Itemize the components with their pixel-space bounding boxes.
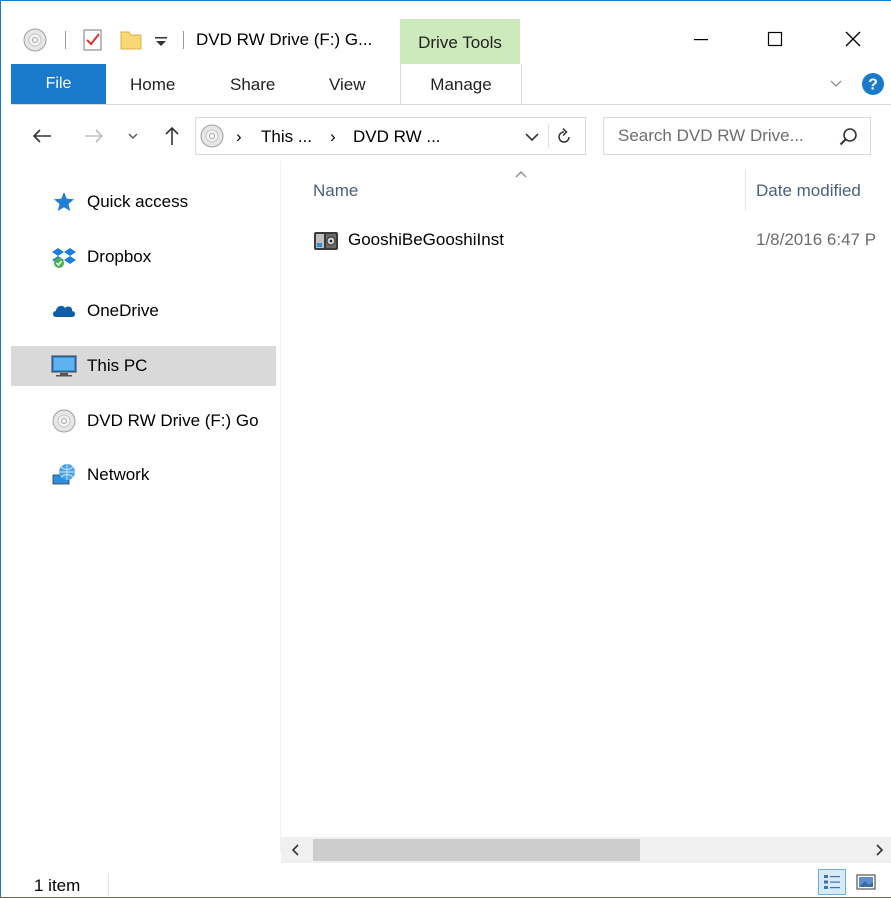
new-folder-icon[interactable]: [119, 28, 143, 52]
sort-ascending-icon: [513, 167, 529, 179]
ribbon-divider: [11, 104, 891, 105]
recent-locations-button[interactable]: [124, 123, 142, 149]
customize-qat-icon[interactable]: [152, 31, 170, 49]
explorer-window: DVD RW Drive (F:) G... Drive Tools File …: [0, 0, 891, 898]
chevron-left-icon: [291, 844, 299, 856]
chevron-down-icon: [525, 133, 539, 142]
dropbox-icon: [51, 245, 77, 269]
refresh-icon: [558, 127, 570, 143]
up-button[interactable]: [160, 123, 184, 149]
refresh-button[interactable]: [554, 127, 576, 147]
large-icons-view-icon: [856, 874, 876, 890]
close-icon: [845, 31, 861, 47]
chevron-right-icon: [876, 844, 884, 856]
status-item-count: 1 item: [34, 876, 81, 895]
scroll-left-button[interactable]: [287, 841, 305, 859]
star-icon: [51, 190, 77, 214]
file-name: GooshiBeGooshiInst: [348, 230, 504, 249]
address-separator[interactable]: ›: [330, 127, 336, 147]
onedrive-icon: [51, 299, 77, 323]
tab-file[interactable]: File: [11, 64, 106, 104]
file-date-modified: 1/8/2016 6:47 P: [756, 230, 877, 249]
nav-item-dropbox[interactable]: Dropbox: [11, 237, 276, 277]
forward-arrow-icon: [85, 129, 104, 143]
close-button[interactable]: [829, 19, 877, 59]
nav-item-dvd-drive[interactable]: DVD RW Drive (F:) Go: [11, 401, 276, 441]
large-icons-view-button[interactable]: [852, 869, 880, 895]
address-bar[interactable]: › This ... › DVD RW ...: [195, 117, 586, 155]
address-segment-this-pc[interactable]: This ...: [261, 127, 312, 147]
address-history-dropdown[interactable]: [523, 129, 541, 145]
tab-share[interactable]: Share: [230, 75, 275, 95]
drive-tools-context-tab: Drive Tools: [400, 19, 520, 64]
search-box[interactable]: [603, 117, 871, 155]
properties-icon[interactable]: [82, 28, 104, 52]
back-button[interactable]: [29, 123, 55, 149]
tab-home[interactable]: Home: [130, 75, 175, 95]
details-view-icon: [824, 875, 840, 889]
nav-item-network[interactable]: Network: [11, 455, 276, 495]
address-divider: [548, 124, 549, 148]
network-icon: [51, 463, 77, 487]
status-separator: [108, 874, 109, 896]
minimize-button[interactable]: [677, 19, 725, 59]
dvd-drive-icon: [200, 124, 224, 148]
installer-icon: [313, 229, 339, 253]
search-icon[interactable]: [838, 126, 860, 148]
nav-item-quick-access[interactable]: Quick access: [11, 182, 276, 222]
scroll-right-button[interactable]: [870, 841, 888, 859]
back-arrow-icon: [32, 129, 51, 143]
svg-text:?: ?: [868, 77, 878, 94]
qat-separator: [183, 31, 184, 49]
tab-view[interactable]: View: [329, 75, 366, 95]
address-segment-dvd-drive[interactable]: DVD RW ...: [353, 127, 441, 147]
address-separator[interactable]: ›: [236, 127, 242, 147]
file-row[interactable]: GooshiBeGooshiInst 1/8/2016 6:47 P: [307, 225, 891, 257]
qat-separator: [65, 31, 66, 49]
details-view-button[interactable]: [818, 869, 846, 895]
chevron-down-icon: [128, 133, 138, 139]
scrollbar-thumb[interactable]: [313, 839, 640, 861]
nav-pane-divider: [280, 161, 281, 851]
tab-manage[interactable]: Manage: [400, 64, 522, 105]
dvd-drive-icon[interactable]: [23, 28, 47, 52]
nav-item-this-pc[interactable]: This PC: [11, 346, 276, 386]
up-arrow-icon: [165, 126, 179, 145]
forward-button[interactable]: [81, 123, 107, 149]
maximize-button[interactable]: [751, 19, 799, 59]
maximize-icon: [767, 31, 783, 47]
help-icon[interactable]: ?: [861, 72, 885, 96]
expand-ribbon-icon[interactable]: [827, 77, 845, 91]
column-header-name[interactable]: Name: [313, 181, 358, 201]
column-header-date-modified[interactable]: Date modified: [756, 181, 861, 201]
window-title: DVD RW Drive (F:) G...: [196, 30, 373, 49]
dvd-icon: [51, 409, 77, 433]
column-separator[interactable]: [745, 169, 746, 211]
computer-icon: [51, 354, 77, 378]
nav-item-onedrive[interactable]: OneDrive: [11, 291, 276, 331]
minimize-icon: [694, 39, 708, 41]
search-input[interactable]: [618, 126, 828, 146]
